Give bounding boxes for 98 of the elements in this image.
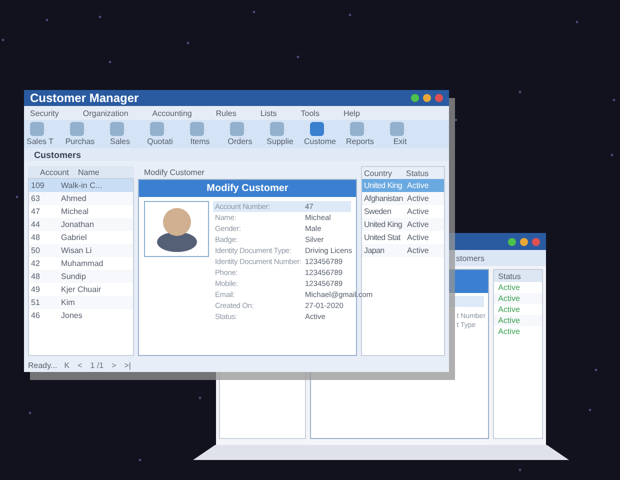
section-title: Customers [34, 150, 82, 160]
pager-button[interactable]: < [76, 360, 84, 370]
customer-row[interactable]: 44 Jonathan [29, 218, 133, 231]
table-cell-text: 42 [31, 259, 41, 268]
menu-item[interactable]: Rules [216, 108, 236, 118]
toolbar-label[interactable]: Purchas [65, 137, 95, 146]
table-cell-text: Ahmed [61, 194, 88, 203]
column-header: Status [498, 272, 521, 280]
toolbar-label[interactable]: Orders [228, 137, 252, 146]
status-text: Active [498, 283, 520, 292]
table-cell-text: Kim [61, 298, 76, 307]
table-cell-text: United King [364, 220, 404, 229]
table-cell-text: Gabriel [61, 233, 88, 242]
table-cell-text: United King [364, 181, 404, 190]
table-cell-text: 63 [31, 194, 41, 203]
toolbar-icon[interactable] [70, 122, 84, 136]
close-button[interactable] [435, 94, 443, 102]
toolbar-icon[interactable] [150, 122, 164, 136]
table-cell-text: Japan [364, 246, 386, 255]
customer-row[interactable]: 50 Wisan Li [29, 244, 133, 257]
customer-row[interactable]: 51 Kim [29, 296, 133, 309]
toolbar-label[interactable]: Sales [110, 137, 130, 146]
pager-button[interactable]: 1 /1 [89, 360, 105, 370]
maximize-button[interactable] [508, 238, 516, 246]
table-cell-text: Micheal [61, 207, 90, 216]
country-row[interactable]: Afghanistan Active [362, 192, 444, 205]
table-cell-text: Afghanistan [364, 194, 404, 203]
toolbar-label[interactable]: Exit [393, 137, 407, 146]
menu-item[interactable]: Help [343, 108, 360, 118]
table-cell-text: 47 [31, 207, 41, 216]
table-cell-text: 44 [31, 220, 41, 229]
status-text: Active [498, 316, 520, 325]
table-cell-text: 50 [31, 246, 41, 255]
minimize-button[interactable] [520, 238, 528, 246]
country-row[interactable]: Japan Active [362, 244, 444, 257]
close-button[interactable] [532, 238, 540, 246]
status-text: Active [498, 305, 520, 314]
table-cell-text: Wisan Li [61, 246, 93, 255]
table-cell-text: Active [407, 246, 430, 255]
customer-row[interactable]: 109 Walk-in C... [29, 179, 133, 192]
pager-button[interactable]: K [63, 360, 71, 370]
menu-item[interactable]: Security [30, 108, 59, 118]
toolbar-label[interactable]: Sales T [26, 137, 54, 146]
table-cell-text: 109 [31, 181, 46, 190]
tab-label[interactable]: stomers [456, 254, 484, 262]
country-row[interactable]: United King Active [362, 218, 444, 231]
minimize-button[interactable] [423, 94, 431, 102]
table-cell-text: 51 [31, 298, 41, 307]
pager-button[interactable]: > [110, 360, 118, 370]
table-cell-text: Active [407, 181, 430, 190]
toolbar-label[interactable]: Items [190, 137, 210, 146]
form-title: Modify Customer [139, 180, 356, 197]
toolbar-icon[interactable] [230, 122, 244, 136]
toolbar-icon[interactable] [350, 122, 364, 136]
window-title: Customer Manager [30, 91, 139, 105]
table-cell-text: Jonathan [61, 220, 95, 229]
column-header: Status [406, 168, 430, 178]
menu-item[interactable]: Accounting [152, 108, 192, 118]
table-cell-text: Active [407, 220, 430, 229]
table-cell-text: Muhammad [61, 259, 104, 268]
customer-row[interactable]: 63 Ahmed [29, 192, 133, 205]
toolbar-icon[interactable] [310, 122, 324, 136]
table-cell-text: Kjer Chuair [61, 285, 102, 294]
toolbar-label[interactable]: Reports [346, 137, 374, 146]
table-cell-text: 48 [31, 272, 41, 281]
menu-item[interactable]: Lists [260, 108, 277, 118]
column-header: Name [78, 168, 100, 176]
table-cell-text: 48 [31, 233, 41, 242]
toolbar-icon[interactable] [110, 122, 124, 136]
status-text: Active [498, 294, 520, 303]
table-cell-text: Active [407, 207, 430, 216]
status-text: Active [498, 327, 520, 336]
customer-row[interactable]: 48 Sundip [29, 270, 133, 283]
table-cell-text: Walk-in C... [61, 181, 104, 190]
menu-item[interactable]: Organization [82, 108, 128, 118]
toolbar-icon[interactable] [270, 122, 284, 136]
maximize-button[interactable] [411, 94, 419, 102]
toolbar-icon[interactable] [390, 122, 404, 136]
status-text: Ready... [28, 360, 58, 370]
table-cell-text: 49 [31, 285, 41, 294]
toolbar-label[interactable]: Custome [304, 137, 336, 146]
column-header: Account [40, 168, 70, 176]
toolbar-icon[interactable] [30, 122, 44, 136]
avatar-icon [144, 201, 209, 257]
table-cell-text: Active [407, 194, 430, 203]
table-cell-text: United Stat [364, 233, 402, 242]
table-cell-text: Sweden [364, 207, 392, 216]
table-cell-text: Active [407, 233, 430, 242]
pager-button[interactable]: >| [123, 360, 132, 370]
toolbar-label[interactable]: Quotati [147, 137, 173, 146]
menu-item[interactable]: Tools [300, 108, 320, 118]
table-cell-text: Jones [61, 311, 84, 320]
column-header: Country [364, 168, 394, 178]
table-cell-text: Sundip [61, 272, 87, 281]
table-cell-text: 46 [31, 311, 41, 320]
panel-title: Modify Customer [144, 168, 204, 177]
toolbar-icon[interactable] [190, 122, 204, 136]
toolbar-label[interactable]: Supplie [266, 137, 294, 146]
